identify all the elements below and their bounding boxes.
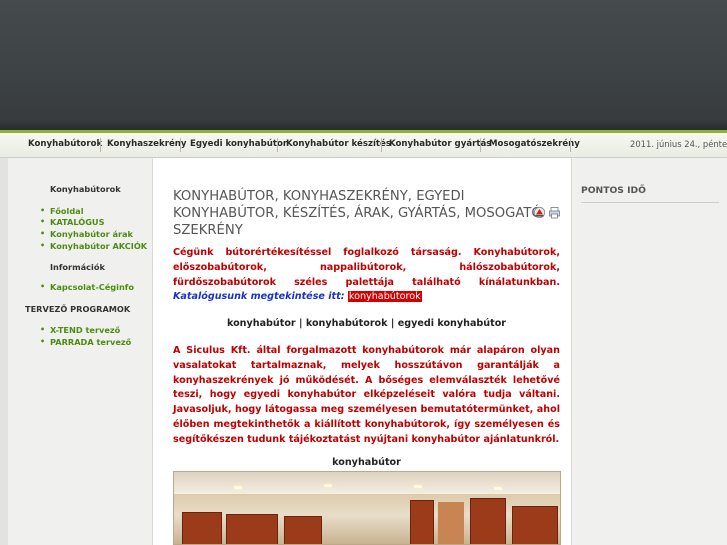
bullet-icon: •: [40, 325, 46, 334]
current-date: 2011. június 24., péntek: [630, 139, 727, 149]
sidebar-heading-informaciok: Információk: [50, 262, 105, 272]
nav-separator: [100, 138, 101, 152]
nav-separator: [180, 138, 181, 152]
site-header: [0, 0, 727, 130]
divider: [581, 202, 719, 203]
bullet-icon: •: [40, 229, 46, 238]
nav-item-egyedi-konyhabutor[interactable]: Egyedi konyhabútor: [190, 139, 287, 149]
sidebar-heading-tervezo-programok: TERVEZŐ PROGRAMOK: [25, 304, 131, 314]
left-sidebar: Konyhabútorok • Főoldal • KATALÓGUS • Konyh…: [8, 158, 153, 545]
clock-widget-title: PONTOS IDŐ: [581, 185, 646, 196]
cabinet: [182, 512, 222, 544]
main-content: KONYHABÚTOR, KONYHASZEKRÉNY, EGYEDI KONY…: [153, 158, 571, 545]
pdf-icon[interactable]: [533, 206, 546, 219]
nav-separator: [277, 138, 278, 152]
konyhabutorok-highlight-link[interactable]: konyhabútorok: [347, 291, 422, 303]
bullet-icon: •: [40, 217, 46, 226]
keywords-line: konyhabútor | konyhabútorok | egyedi kon…: [226, 318, 507, 329]
right-sidebar: PONTOS IDŐ: [571, 158, 727, 545]
tall-cabinet: [410, 500, 434, 544]
sidebar-link-label: PARRADA tervező: [50, 337, 132, 347]
sidebar-link-konyhabutor-akciok[interactable]: • Konyhabútor AKCIÓK: [40, 241, 148, 251]
cabinet: [284, 516, 322, 544]
print-icon[interactable]: [548, 206, 561, 219]
shelf-unit: [438, 502, 464, 544]
nav-item-konyhabutor-gyartas[interactable]: Konyhabútor gyártás: [389, 139, 491, 149]
nav-separator: [480, 138, 481, 152]
sidebar-link-label: KATALÓGUS: [50, 217, 105, 227]
sidebar-link-label: X-TEND tervező: [50, 325, 121, 335]
nav-item-konyhabutor-keszites[interactable]: Konyhabútor készítés: [286, 139, 391, 149]
nav-separator: [570, 138, 571, 152]
bullet-icon: •: [40, 337, 46, 346]
page-title: KONYHABÚTOR, KONYHASZEKRÉNY, EGYEDI KONY…: [173, 189, 542, 238]
sidebar-link-label: Konyhabútor árak: [50, 229, 133, 239]
image-caption: konyhabútor: [332, 457, 401, 468]
sidebar-link-kapcsolat[interactable]: • Kapcsolat-Céginfo: [40, 282, 134, 292]
bullet-icon: •: [40, 282, 46, 291]
cabinet: [512, 506, 558, 544]
sidebar-link-label: Főoldal: [50, 206, 84, 216]
nav-item-mosogatoszekreny[interactable]: Mosogatószekrény: [489, 139, 580, 149]
cabinet: [226, 514, 278, 544]
main-navigation: Konyhabútorok Konyhaszekrény Egyedi kony…: [0, 130, 727, 158]
ceiling-light: [234, 486, 242, 489]
sidebar-link-label: Konyhabútor AKCIÓK: [50, 241, 148, 251]
sidebar-link-x-tend[interactable]: • X-TEND tervező: [40, 325, 121, 335]
kitchen-photo: [173, 471, 561, 545]
catalog-link[interactable]: Katalógusunk megtekintése itt:: [173, 291, 345, 302]
nav-item-konyhabutorok[interactable]: Konyhabútorok: [28, 139, 102, 149]
bullet-icon: •: [40, 241, 46, 250]
tall-cabinet: [470, 498, 506, 544]
bullet-icon: •: [40, 206, 46, 215]
page-body: Konyhabútorok • Főoldal • KATALÓGUS • Konyh…: [0, 158, 727, 545]
sidebar-link-fooldal[interactable]: • Főoldal: [40, 206, 84, 216]
sidebar-link-katalogus[interactable]: • KATALÓGUS: [40, 217, 105, 227]
sidebar-link-label: Kapcsolat-Céginfo: [50, 282, 134, 292]
nav-separator: [381, 138, 382, 152]
body-paragraph: A Siculus Kft. által forgalmazott konyha…: [173, 345, 560, 445]
sidebar-heading-konyhabutorok: Konyhabútorok: [50, 184, 121, 194]
photo-ceiling: [174, 472, 560, 494]
header-shadow-strip: [0, 118, 727, 130]
sidebar-link-konyhabutor-arak[interactable]: • Konyhabútor árak: [40, 229, 133, 239]
ceiling-light: [324, 484, 332, 487]
ceiling-light: [494, 487, 502, 490]
intro-text: Cégünk bútorértékesítéssel foglalkozó tá…: [173, 247, 560, 288]
intro-paragraph: Cégünk bútorértékesítéssel foglalkozó tá…: [173, 246, 560, 305]
nav-item-konyhaszekreny[interactable]: Konyhaszekrény: [107, 139, 187, 149]
sidebar-link-parrada[interactable]: • PARRADA tervező: [40, 337, 132, 347]
ceiling-light: [414, 485, 422, 488]
